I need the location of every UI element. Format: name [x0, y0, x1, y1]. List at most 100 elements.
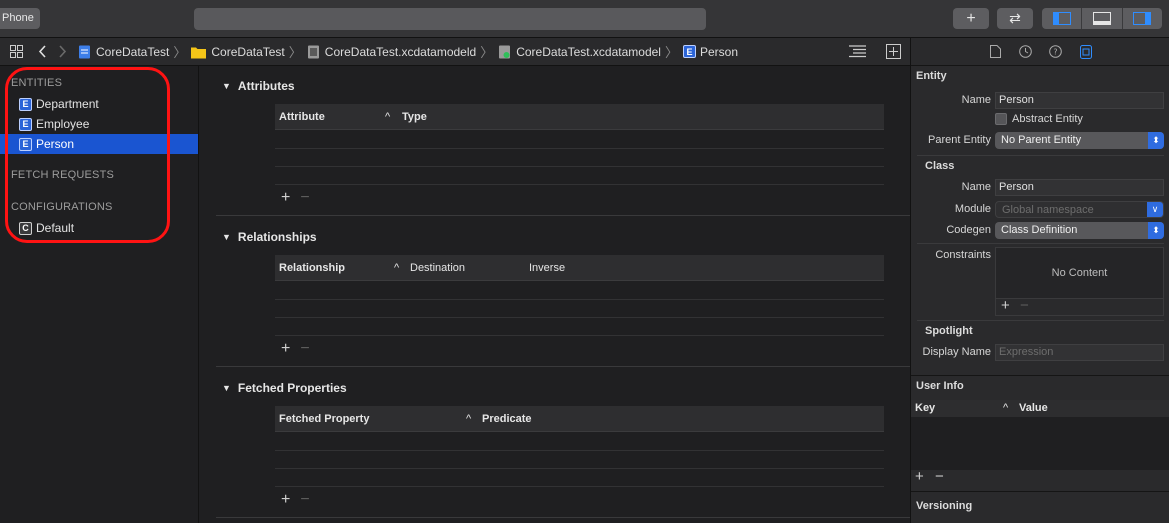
table-row [275, 450, 884, 451]
data-model-inspector-tab[interactable] [1078, 44, 1094, 60]
user-info-section-header: User Info [916, 380, 964, 392]
library-add-button[interactable]: + [953, 8, 989, 29]
codegen-value: Class Definition [1001, 224, 1078, 236]
back-chevron-icon[interactable] [34, 44, 50, 60]
entity-icon: E [19, 117, 32, 131]
codegen-popup[interactable]: Class Definition ⬍ [995, 222, 1164, 239]
breadcrumb-item-entity[interactable]: E Person [682, 44, 739, 59]
remove-fetched-property-button[interactable]: − [300, 491, 309, 509]
parent-entity-popup[interactable]: No Parent Entity ⬍ [995, 132, 1164, 149]
file-inspector-tab[interactable] [988, 44, 1004, 60]
remove-constraint-button[interactable]: − [1020, 297, 1029, 314]
history-inspector-tab[interactable] [1018, 44, 1034, 60]
constraints-list[interactable]: No Content [995, 247, 1164, 299]
section-title: Attributes [237, 79, 295, 93]
entity-row-employee[interactable]: E Employee [0, 114, 198, 134]
remove-relationship-button[interactable]: − [300, 340, 309, 358]
entity-label: Employee [36, 117, 90, 131]
add-constraint-button[interactable]: + [1001, 297, 1010, 314]
breadcrumb-item-model-bundle[interactable]: CoreDataTest.xcdatamodeld 〉 [307, 42, 498, 61]
section-divider [917, 320, 1164, 321]
breadcrumb-item-model-file[interactable]: CoreDataTest.xcdatamodel 〉 [498, 42, 683, 61]
display-name-field[interactable]: Expression [995, 344, 1164, 361]
column-header-key[interactable]: Key [915, 402, 935, 414]
section-divider [911, 375, 1169, 376]
data-model-icon [1079, 44, 1092, 59]
parent-entity-value: No Parent Entity [1001, 134, 1082, 146]
table-row [275, 299, 884, 300]
column-header-inverse[interactable]: Inverse [529, 262, 565, 274]
section-divider [917, 243, 1164, 244]
add-user-info-button[interactable]: + [915, 468, 924, 485]
quick-help-tab[interactable]: ? [1048, 44, 1064, 60]
breadcrumb-label: CoreDataTest [96, 44, 170, 59]
add-relationship-button[interactable]: + [281, 340, 290, 358]
abstract-entity-checkbox[interactable] [995, 113, 1007, 125]
relationships-add-remove: + − [281, 340, 310, 358]
entity-name-label: Name [961, 94, 991, 106]
entity-name-field[interactable]: Person [995, 92, 1164, 109]
model-outline: ENTITIES E Department E Employee E Perso… [0, 66, 199, 523]
module-placeholder: Global namespace [1002, 204, 1094, 216]
entity-icon: E [19, 137, 32, 151]
toggle-debug-area-button[interactable] [1082, 8, 1123, 29]
chevron-right-icon: 〉 [480, 45, 494, 60]
panel-toggle-group [1042, 8, 1162, 29]
column-header-type[interactable]: Type [402, 111, 427, 123]
section-title: Fetched Properties [237, 381, 347, 395]
table-row [275, 486, 884, 487]
code-review-button[interactable]: ⇄ [997, 8, 1033, 29]
entity-editor: ▼ Attributes Attribute ^ Type + − ▼ Rela… [199, 66, 910, 523]
entities-header: ENTITIES [11, 77, 63, 89]
window-toolbar: Phone + ⇄ [0, 0, 1169, 38]
entity-row-department[interactable]: E Department [0, 94, 198, 114]
module-combo-box[interactable]: Global namespace ∨ [995, 201, 1164, 218]
configuration-row-default[interactable]: C Default [0, 218, 198, 238]
editor-style-icon[interactable] [849, 45, 866, 61]
add-editor-icon[interactable] [886, 44, 901, 62]
relationships-section-toggle[interactable]: ▼ Relationships [222, 230, 317, 244]
chevron-down-icon[interactable]: ∨ [1147, 202, 1163, 217]
class-name-field[interactable]: Person [995, 179, 1164, 196]
add-fetched-property-button[interactable]: + [281, 491, 290, 509]
entity-row-person[interactable]: E Person [0, 134, 198, 154]
toggle-inspector-button[interactable] [1123, 8, 1162, 29]
inspector-tabs: ? [911, 38, 1169, 66]
fetched-properties-section-toggle[interactable]: ▼ Fetched Properties [222, 381, 347, 395]
section-divider [216, 215, 910, 216]
column-header-value[interactable]: Value [1019, 402, 1048, 414]
breadcrumb-item-project[interactable]: CoreDataTest 〉 [78, 42, 191, 61]
activity-viewer [194, 8, 706, 30]
add-attribute-button[interactable]: + [281, 189, 290, 207]
user-info-table-header: Key ^ Value [911, 400, 1169, 417]
disclosure-triangle-icon: ▼ [222, 383, 231, 393]
section-title: Relationships [237, 230, 317, 244]
section-divider [917, 155, 1164, 156]
entity-label: Department [36, 97, 99, 111]
attributes-section-toggle[interactable]: ▼ Attributes [222, 79, 295, 93]
remove-user-info-button[interactable]: − [935, 468, 944, 485]
sort-ascending-icon: ^ [466, 413, 472, 425]
breadcrumb-label: Person [699, 44, 739, 59]
table-row [275, 148, 884, 149]
swap-arrows-icon: ⇄ [1009, 10, 1021, 26]
scheme-destination-button[interactable]: Phone [0, 8, 40, 29]
column-header-fetched-property[interactable]: Fetched Property [279, 413, 369, 425]
toggle-navigator-button[interactable] [1042, 8, 1083, 29]
fetched-properties-table-header: Fetched Property ^ Predicate [275, 406, 884, 432]
right-panel-icon [1133, 12, 1152, 25]
breadcrumb-item-folder[interactable]: CoreDataTest 〉 [191, 42, 306, 61]
column-header-destination[interactable]: Destination [410, 262, 465, 274]
table-row [275, 184, 884, 185]
forward-chevron-icon[interactable] [54, 44, 70, 60]
folder-icon [191, 47, 207, 58]
column-header-attribute[interactable]: Attribute [279, 111, 325, 123]
remove-attribute-button[interactable]: − [300, 189, 309, 207]
section-divider [911, 491, 1169, 492]
related-items-icon[interactable] [8, 44, 24, 60]
column-header-predicate[interactable]: Predicate [482, 413, 532, 425]
user-info-table[interactable] [911, 417, 1169, 470]
configuration-label: Default [36, 221, 75, 235]
chevron-right-icon: 〉 [288, 45, 302, 60]
column-header-relationship[interactable]: Relationship [279, 262, 345, 274]
